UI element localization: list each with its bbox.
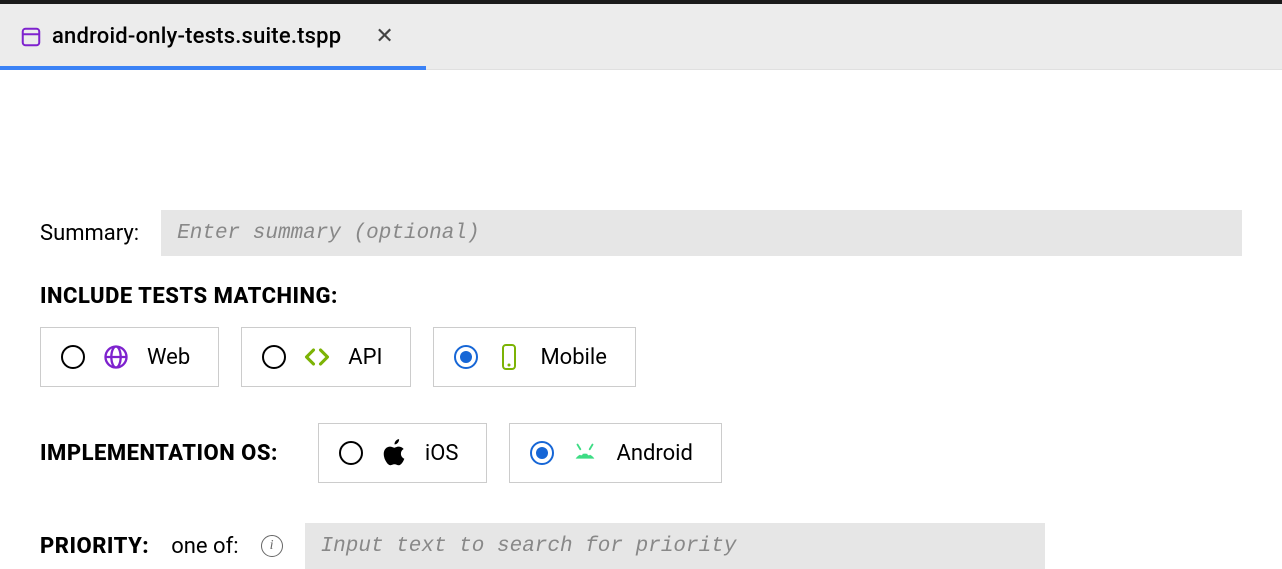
implementation-os-row: IMPLEMENTATION OS: iOS — [40, 423, 1242, 483]
os-option-label: iOS — [425, 441, 459, 466]
summary-row: Summary: — [40, 210, 1242, 256]
include-option-api[interactable]: API — [241, 327, 411, 387]
include-option-label: API — [348, 345, 382, 370]
include-option-mobile[interactable]: Mobile — [433, 327, 635, 387]
include-option-label: Mobile — [540, 345, 606, 370]
include-option-web[interactable]: Web — [40, 327, 219, 387]
file-type-icon — [20, 26, 42, 48]
editor-body: Summary: INCLUDE TESTS MATCHING: Web — [0, 70, 1282, 569]
summary-input[interactable] — [161, 210, 1242, 256]
os-option-ios[interactable]: iOS — [318, 423, 488, 483]
radio-selected — [454, 345, 478, 369]
radio-unselected — [262, 345, 286, 369]
tab-strip: android-only-tests.suite.tspp ✕ — [0, 4, 1282, 70]
apple-icon — [379, 439, 409, 467]
include-tests-options: Web API Mobile — [40, 327, 1242, 387]
include-tests-heading: INCLUDE TESTS MATCHING: — [40, 284, 1242, 309]
android-icon — [570, 443, 600, 463]
summary-label: Summary: — [40, 221, 139, 246]
info-icon[interactable]: i — [261, 535, 283, 557]
os-option-android[interactable]: Android — [509, 423, 721, 483]
radio-unselected — [61, 345, 85, 369]
radio-unselected — [339, 441, 363, 465]
priority-heading: PRIORITY: — [40, 534, 149, 559]
include-option-label: Web — [147, 345, 190, 370]
priority-subtext: one of: — [171, 534, 238, 559]
radio-selected — [530, 441, 554, 465]
globe-icon — [101, 343, 131, 371]
implementation-os-heading: IMPLEMENTATION OS: — [40, 441, 278, 466]
code-icon — [302, 343, 332, 371]
priority-input[interactable] — [305, 523, 1045, 569]
close-icon[interactable]: ✕ — [375, 26, 394, 48]
tab-label: android-only-tests.suite.tspp — [52, 24, 341, 49]
priority-row: PRIORITY: one of: i — [40, 523, 1242, 569]
tab-android-suite[interactable]: android-only-tests.suite.tspp ✕ — [0, 4, 416, 69]
mobile-icon — [494, 343, 524, 371]
os-option-label: Android — [616, 441, 692, 466]
